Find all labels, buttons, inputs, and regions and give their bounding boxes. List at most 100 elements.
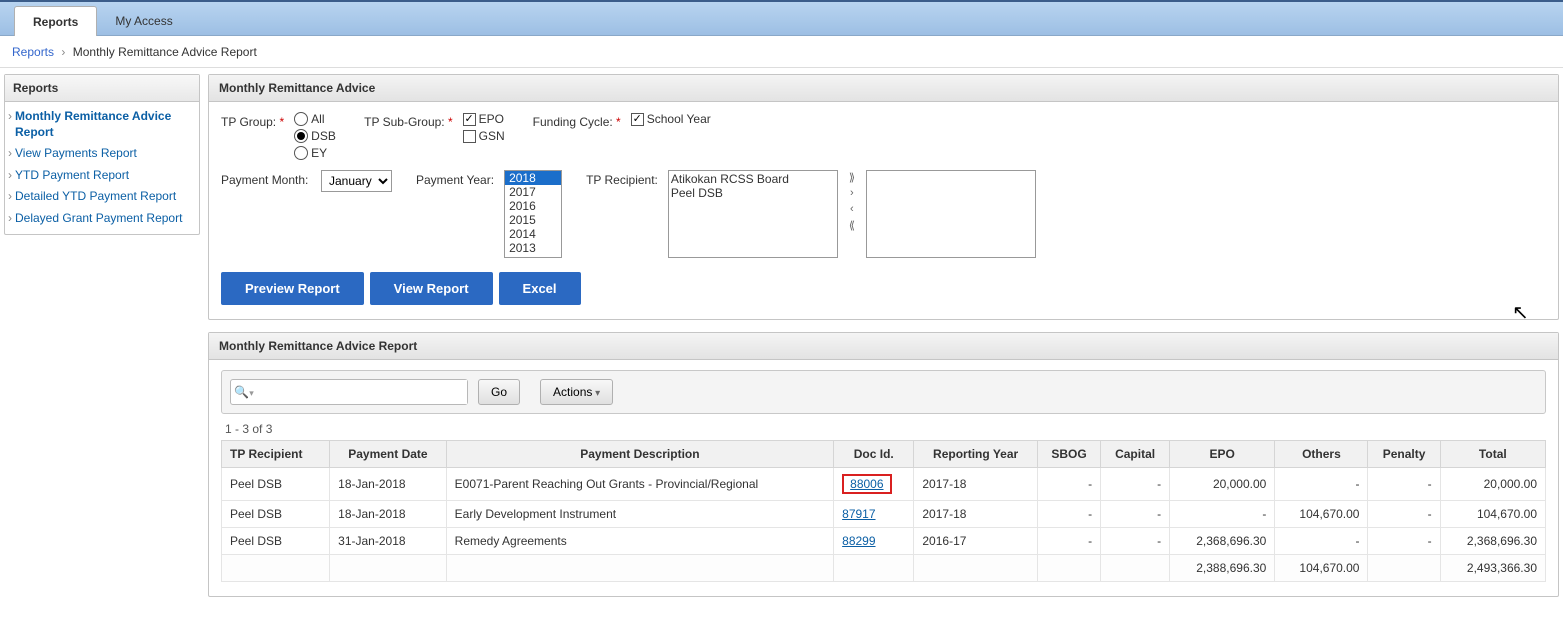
cell-cap: - [1101,468,1170,501]
sidebar-item-ytd-payment[interactable]: YTD Payment Report [15,168,193,184]
tp-sub-epo[interactable]: EPO [463,112,523,126]
col-payment-date[interactable]: Payment Date [330,441,447,468]
year-option[interactable]: 2015 [505,213,561,227]
sidebar-item-delayed-grant[interactable]: Delayed Grant Payment Report [15,211,193,227]
col-doc-id[interactable]: Doc Id. [834,441,914,468]
col-capital[interactable]: Capital [1101,441,1170,468]
tp-group-ey[interactable]: EY [294,146,354,160]
move-all-right-icon[interactable]: ⟫ [844,170,860,184]
tp-recipient-label: TP Recipient: [586,170,658,187]
sidebar: Reports Monthly Remittance Advice Report… [4,74,200,235]
col-sbog[interactable]: SBOG [1037,441,1100,468]
move-right-icon[interactable]: › [844,186,860,200]
tp-subgroup-label: TP Sub-Group: * [364,112,453,129]
cell-pen: - [1368,468,1440,501]
cell-desc: E0071-Parent Reaching Out Grants - Provi… [446,468,833,501]
tp-group-dsb[interactable]: DSB [294,129,354,143]
breadcrumb: Reports › Monthly Remittance Advice Repo… [0,36,1563,68]
sidebar-item-detailed-ytd[interactable]: Detailed YTD Payment Report [15,189,193,205]
filter-panel-title: Monthly Remittance Advice [209,75,1558,102]
cell-others: 104,670.00 [1275,501,1368,528]
move-all-left-icon[interactable]: ⟪ [844,218,860,232]
move-left-icon[interactable]: ‹ [844,202,860,216]
payment-year-list[interactable]: 2018 2017 2016 2015 2014 2013 [504,170,562,258]
cell-sbog: - [1037,468,1100,501]
tp-group-all[interactable]: All [294,112,354,126]
breadcrumb-sep: › [57,45,69,59]
sidebar-title: Reports [5,75,199,102]
doc-id-link[interactable]: 88006 [850,477,883,491]
table-row: Peel DSB18-Jan-2018E0071-Parent Reaching… [222,468,1546,501]
col-reporting-year[interactable]: Reporting Year [914,441,1037,468]
doc-id-link[interactable]: 87917 [842,507,875,521]
sidebar-item-view-payments[interactable]: View Payments Report [15,146,193,162]
total-grand: 2,493,366.30 [1440,555,1545,582]
recipient-option[interactable]: Atikokan RCSS Board [671,172,835,186]
cell-pen: - [1368,501,1440,528]
cell-yr: 2017-18 [914,501,1037,528]
cell-tp: Peel DSB [222,501,330,528]
table-row: Peel DSB31-Jan-2018Remedy Agreements8829… [222,528,1546,555]
breadcrumb-current: Monthly Remittance Advice Report [73,45,257,59]
payment-month-label: Payment Month: [221,170,311,187]
report-table: TP Recipient Payment Date Payment Descri… [221,440,1546,582]
cell-cap: - [1101,501,1170,528]
cell-tot: 2,368,696.30 [1440,528,1545,555]
year-option[interactable]: 2018 [505,171,561,185]
tp-recipient-available[interactable]: Atikokan RCSS Board Peel DSB [668,170,838,258]
cell-others: - [1275,468,1368,501]
tab-my-access[interactable]: My Access [97,6,190,35]
year-option[interactable]: 2013 [505,241,561,255]
cell-yr: 2017-18 [914,468,1037,501]
payment-year-label: Payment Year: [416,170,494,187]
excel-button[interactable]: Excel [499,272,581,305]
tp-group-label: TP Group: * [221,112,284,129]
cell-tp: Peel DSB [222,528,330,555]
filter-panel: Monthly Remittance Advice TP Group: * Al… [208,74,1559,320]
actions-button[interactable]: Actions [540,379,613,405]
col-epo[interactable]: EPO [1170,441,1275,468]
view-report-button[interactable]: View Report [370,272,493,305]
year-option[interactable]: 2016 [505,199,561,213]
totals-row: 2,388,696.30104,670.00 2,493,366.30 [222,555,1546,582]
recipient-option[interactable]: Peel DSB [671,186,835,200]
report-panel-title: Monthly Remittance Advice Report [209,333,1558,360]
total-epo: 2,388,696.30 [1170,555,1275,582]
cell-date: 18-Jan-2018 [330,501,447,528]
year-option[interactable]: 2014 [505,227,561,241]
cell-tp: Peel DSB [222,468,330,501]
cell-others: - [1275,528,1368,555]
year-option[interactable]: 2017 [505,185,561,199]
cell-desc: Remedy Agreements [446,528,833,555]
report-panel: Monthly Remittance Advice Report 🔍▾ Go A… [208,332,1559,597]
cell-epo: - [1170,501,1275,528]
cell-doc: 88006 [834,468,914,501]
search-input[interactable] [257,380,467,404]
go-button[interactable]: Go [478,379,520,405]
cell-date: 18-Jan-2018 [330,468,447,501]
doc-id-link[interactable]: 88299 [842,534,875,548]
cell-doc: 87917 [834,501,914,528]
col-tp-recipient[interactable]: TP Recipient [222,441,330,468]
preview-report-button[interactable]: Preview Report [221,272,364,305]
cell-sbog: - [1037,528,1100,555]
cell-sbog: - [1037,501,1100,528]
tp-sub-gsn[interactable]: GSN [463,129,523,143]
col-total[interactable]: Total [1440,441,1545,468]
col-others[interactable]: Others [1275,441,1368,468]
funding-cycle-label: Funding Cycle: * [533,112,621,129]
sidebar-item-monthly-remittance[interactable]: Monthly Remittance Advice Report [15,109,193,140]
funding-cycle-school-year[interactable]: School Year [631,112,711,126]
search-bar: 🔍▾ Go Actions [221,370,1546,414]
tab-reports[interactable]: Reports [14,6,97,36]
cell-pen: - [1368,528,1440,555]
tp-recipient-selected[interactable] [866,170,1036,258]
total-others: 104,670.00 [1275,555,1368,582]
payment-month-select[interactable]: January [321,170,392,192]
cell-desc: Early Development Instrument [446,501,833,528]
col-payment-description[interactable]: Payment Description [446,441,833,468]
breadcrumb-root[interactable]: Reports [12,45,54,59]
cell-tot: 104,670.00 [1440,501,1545,528]
col-penalty[interactable]: Penalty [1368,441,1440,468]
search-icon[interactable]: 🔍▾ [231,385,257,399]
